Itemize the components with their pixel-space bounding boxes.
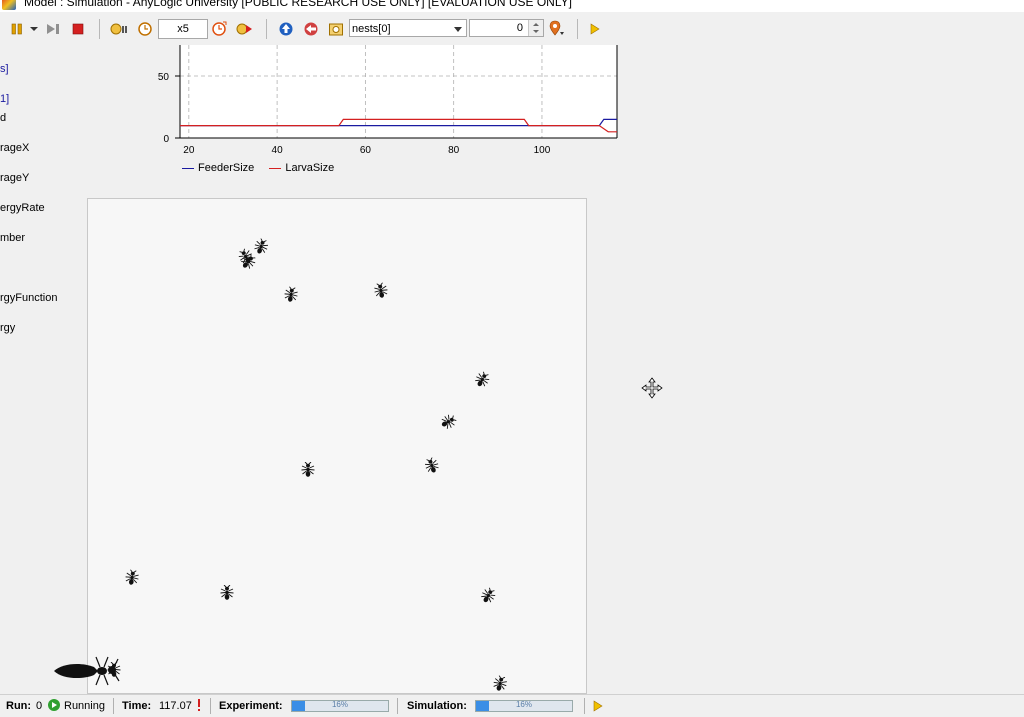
legend-item-larva: LarvaSize: [269, 162, 334, 174]
queen-ant-icon[interactable]: [52, 653, 122, 689]
pause-icon[interactable]: [8, 20, 26, 38]
legend-swatch: [182, 167, 194, 169]
status-separator: [584, 698, 585, 714]
toolbar-separator: [577, 19, 578, 39]
agent-select[interactable]: nests[0]: [349, 19, 467, 37]
run-mode-dropdown-icon[interactable]: [28, 20, 40, 38]
status-separator: [113, 698, 114, 714]
ant-agent-icon[interactable]: [422, 456, 443, 477]
ant-agent-icon[interactable]: [471, 369, 493, 391]
toolbar: x5 nests[0] 0: [0, 12, 1024, 46]
status-bar: Run: 0 Running Time: 117.07 Experiment: …: [0, 694, 1024, 717]
run-label: Run:: [6, 700, 32, 712]
y-tick-label: 0: [163, 134, 169, 145]
slow-down-icon[interactable]: [110, 20, 128, 38]
toolbar-separator: [266, 19, 267, 39]
stop-icon[interactable]: [69, 20, 87, 38]
list-item[interactable]: d: [0, 112, 6, 124]
time-value: 117.07: [159, 700, 192, 712]
legend-swatch: [269, 167, 282, 169]
running-icon: [47, 698, 61, 715]
y-tick-label: 50: [158, 72, 170, 83]
speed-display: x5: [158, 19, 208, 39]
simulation-progress-text: 16%: [515, 700, 532, 709]
clock-faster-icon[interactable]: [210, 20, 228, 38]
ant-agent-icon[interactable]: [372, 282, 391, 301]
ant-agent-icon[interactable]: [490, 674, 510, 693]
run-value: 0: [36, 700, 43, 712]
window-title: Model : Simulation - AnyLogic University…: [24, 0, 572, 9]
model-canvas: s] 1] d rageX rageY ergyRate mber rgyFun…: [0, 45, 1024, 694]
location-pin-icon[interactable]: [547, 20, 565, 38]
time-label: Time:: [122, 700, 152, 712]
agent-select-value: nests[0]: [352, 23, 391, 35]
list-item[interactable]: s]: [0, 63, 9, 75]
simulation-progress-bar: 16%: [475, 700, 573, 712]
simulation-area[interactable]: [87, 198, 587, 694]
warning-icon: [196, 699, 202, 715]
ant-agent-icon[interactable]: [123, 569, 142, 588]
legend-label: FeederSize: [198, 162, 255, 174]
toolbar-separator: [99, 19, 100, 39]
plot-area: [180, 45, 617, 138]
agent-index-value: 0: [516, 22, 523, 34]
x-tick-label: 20: [183, 145, 195, 156]
experiment-label: Experiment:: [219, 700, 283, 712]
title-bar: Model : Simulation - AnyLogic University…: [0, 0, 1024, 12]
list-item[interactable]: 1]: [0, 93, 9, 105]
chart-legend: FeederSize LarvaSize: [182, 162, 346, 174]
x-tick-label: 100: [534, 145, 551, 156]
list-item[interactable]: mber: [0, 232, 25, 244]
browse-agents-icon[interactable]: [327, 20, 345, 38]
clock-slower-icon[interactable]: [136, 20, 154, 38]
x-tick-label: 80: [448, 145, 460, 156]
play-small-icon[interactable]: [586, 20, 604, 38]
run-state: Running: [64, 700, 105, 712]
simulation-label: Simulation:: [407, 700, 467, 712]
navigate-up-icon[interactable]: [277, 20, 295, 38]
list-item[interactable]: ergyRate: [0, 202, 45, 214]
x-tick-label: 60: [360, 145, 372, 156]
chevron-down-icon: [454, 27, 462, 32]
ant-agent-icon[interactable]: [477, 585, 499, 607]
ant-agent-icon[interactable]: [282, 286, 301, 305]
ant-agent-icon[interactable]: [300, 461, 316, 478]
navigate-back-icon[interactable]: [302, 20, 320, 38]
status-separator: [397, 698, 398, 714]
status-separator: [210, 698, 211, 714]
step-icon[interactable]: [44, 20, 62, 38]
experiment-progress-text: 16%: [331, 700, 348, 709]
ant-agent-icon[interactable]: [437, 411, 459, 433]
time-plot: 20 40 60 80 100 0 50: [158, 45, 618, 156]
spinner-arrows-icon[interactable]: [528, 20, 543, 36]
status-play-icon[interactable]: [593, 700, 603, 715]
legend-label: LarvaSize: [285, 162, 335, 174]
list-item[interactable]: rgyFunction: [0, 292, 57, 304]
move-cursor-icon: [641, 377, 663, 399]
experiment-progress-bar: 16%: [291, 700, 389, 712]
list-item[interactable]: rageX: [0, 142, 29, 154]
anylogic-app-icon: [2, 0, 16, 10]
agent-index-spinner[interactable]: 0: [469, 19, 544, 37]
legend-item-feeder: FeederSize: [182, 162, 254, 174]
x-tick-label: 40: [272, 145, 284, 156]
list-item[interactable]: rageY: [0, 172, 29, 184]
ant-agent-icon[interactable]: [219, 584, 235, 601]
virtual-time-icon[interactable]: [236, 20, 254, 38]
list-item[interactable]: rgy: [0, 322, 15, 334]
